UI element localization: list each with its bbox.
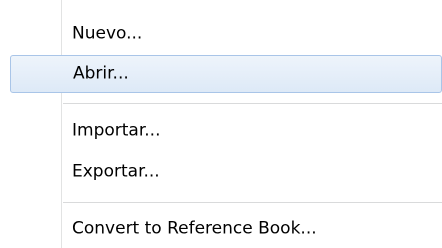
menu-item-abrir[interactable]: Abrir... [10, 55, 442, 93]
menu-item-importar[interactable]: Importar... [10, 112, 442, 150]
menu-item-label: Abrir... [73, 63, 129, 84]
menu-item-label: Importar... [72, 120, 161, 141]
menu-item-exportar[interactable]: Exportar... [10, 153, 442, 191]
menu-item-convert-to-reference-book[interactable]: Convert to Reference Book... [10, 210, 442, 248]
menu-separator [63, 202, 442, 204]
menu-item-label: Exportar... [72, 161, 160, 182]
menu-item-label: Nuevo... [72, 23, 143, 44]
context-menu: Nuevo... Abrir... Importar... Exportar..… [0, 0, 442, 248]
menu-item-nuevo[interactable]: Nuevo... [10, 15, 442, 53]
menu-item-label: Convert to Reference Book... [72, 218, 317, 239]
menu-separator [63, 103, 442, 105]
